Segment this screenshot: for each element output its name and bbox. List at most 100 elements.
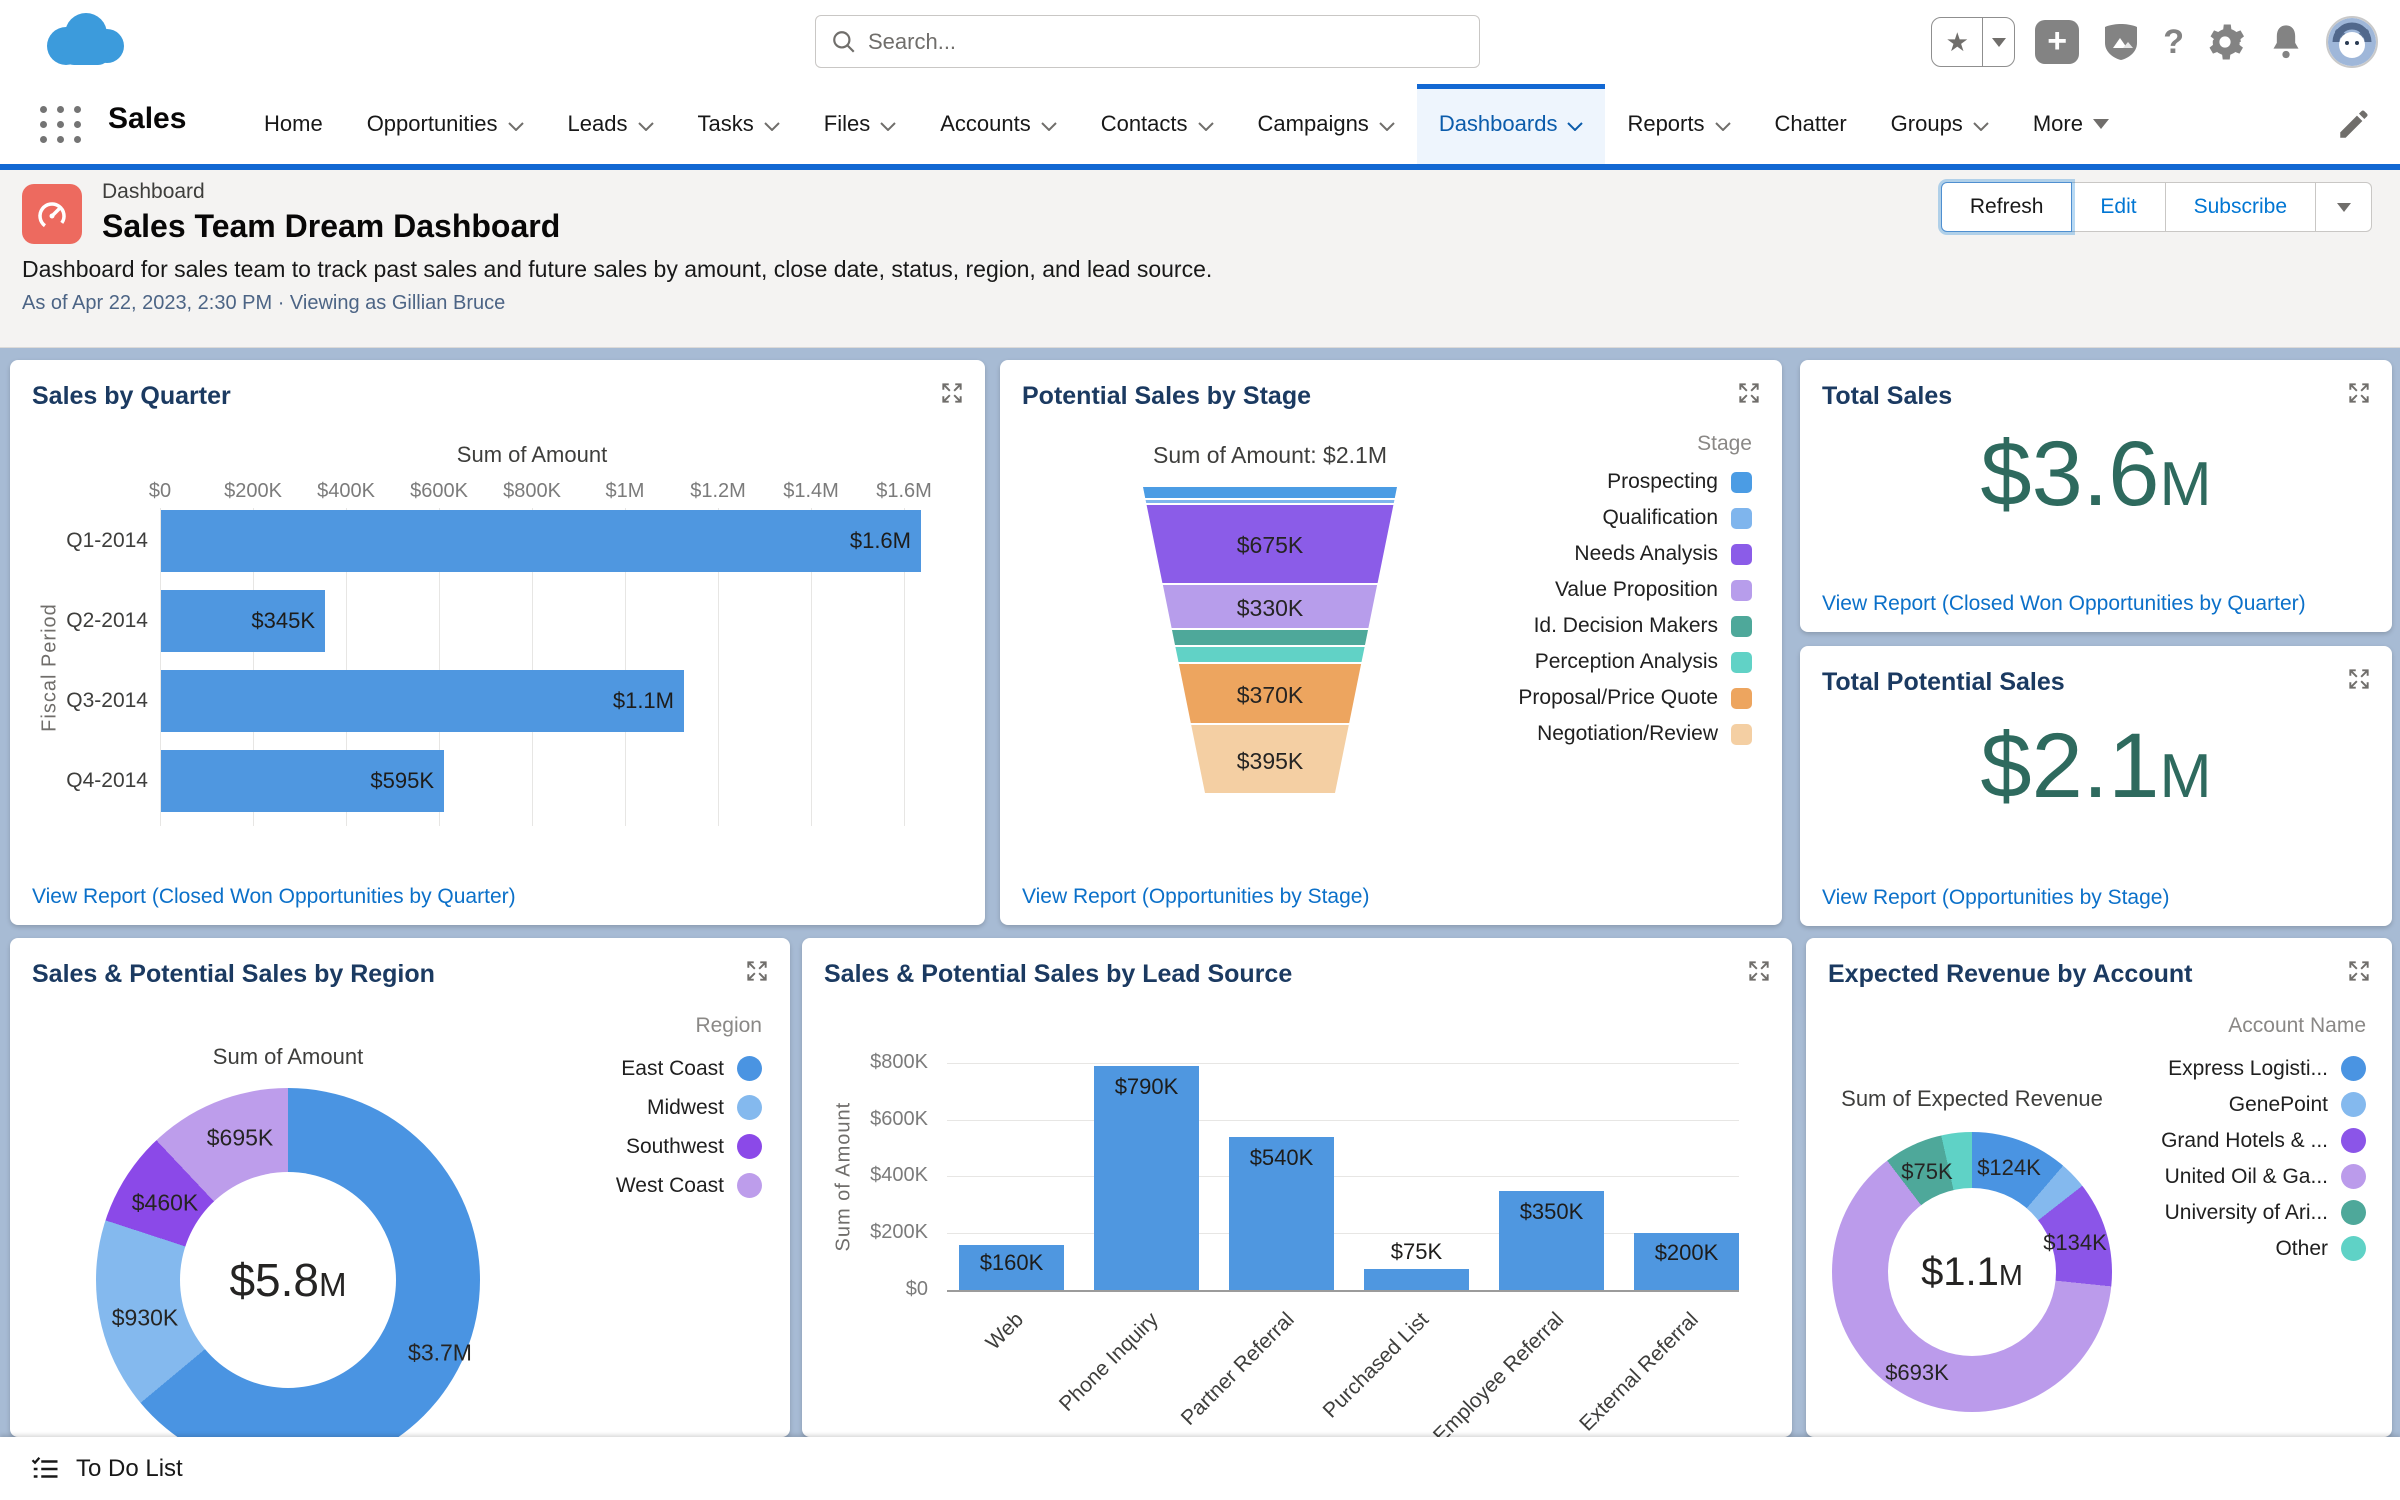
tab-chatter[interactable]: Chatter	[1753, 84, 1869, 164]
segment-value-label: $930K	[111, 1304, 179, 1331]
chevron-down-icon[interactable]	[1379, 121, 1395, 131]
legend-swatch	[737, 1056, 762, 1081]
y-category: Q4-2014	[66, 769, 148, 792]
tab-groups[interactable]: Groups	[1869, 84, 2011, 164]
legend-item: Prospecting	[1607, 470, 1752, 494]
legend-swatch	[1731, 723, 1752, 745]
funnel-segment-qualification[interactable]	[1145, 500, 1395, 503]
tab-leads[interactable]: Leads	[546, 84, 676, 164]
tab-campaigns[interactable]: Campaigns	[1236, 84, 1417, 164]
favorites-caret[interactable]	[1982, 18, 2014, 66]
more-actions-caret-button[interactable]	[2316, 182, 2372, 232]
setup-gear-icon[interactable]	[2204, 21, 2246, 63]
legend-swatch	[1731, 687, 1752, 709]
legend-swatch	[1731, 615, 1752, 637]
legend-swatch	[2341, 1128, 2366, 1153]
more-caret-icon[interactable]	[2092, 119, 2109, 129]
legend-item: Perception Analysis	[1535, 650, 1752, 674]
legend-swatch	[2341, 1164, 2366, 1189]
x-tick: $1M	[605, 480, 645, 502]
refresh-button[interactable]: Refresh	[1940, 182, 2073, 232]
subscribe-button[interactable]: Subscribe	[2165, 182, 2316, 232]
tab-files[interactable]: Files	[802, 84, 918, 164]
chevron-down-icon[interactable]	[1714, 121, 1731, 131]
guidance-trailhead-icon[interactable]	[2099, 20, 2143, 64]
bar-q1-2014[interactable]: $1.6M	[161, 510, 921, 572]
global-actions-plus-icon[interactable]: +	[2035, 20, 2080, 64]
y-category: Q3-2014	[66, 689, 148, 712]
star-icon[interactable]: ★	[1932, 18, 1982, 66]
todo-list-bar[interactable]: To Do List	[0, 1437, 2400, 1500]
expand-icon[interactable]	[2346, 666, 2372, 692]
view-report-link[interactable]: View Report (Closed Won Opportunities by…	[32, 885, 516, 909]
edit-button[interactable]: Edit	[2072, 182, 2166, 232]
legend-label: Needs Analysis	[1574, 542, 1718, 565]
legend-swatch	[1731, 471, 1752, 493]
chevron-down-icon[interactable]	[1973, 121, 1989, 131]
expand-icon[interactable]	[1736, 380, 1762, 406]
app-launcher-icon[interactable]	[40, 106, 84, 146]
view-report-link[interactable]: View Report (Opportunities by Stage)	[1822, 886, 2169, 910]
search-input[interactable]	[815, 15, 1480, 68]
chevron-down-icon[interactable]	[1197, 121, 1214, 131]
expand-icon[interactable]	[1746, 958, 1772, 984]
bar-value-label: $790K	[1114, 1074, 1179, 1099]
y-category: Q1-2014	[66, 529, 148, 552]
tab-more[interactable]: More	[2011, 84, 2131, 164]
bar-q3-2014[interactable]: $1.1M	[161, 670, 684, 732]
help-icon[interactable]: ?	[2163, 23, 2184, 62]
legend-swatch	[2341, 1056, 2366, 1081]
x-category: Partner Referral	[1176, 1308, 1299, 1430]
bar-q2-2014[interactable]: $345K	[161, 590, 325, 652]
chevron-down-icon[interactable]	[1567, 121, 1584, 131]
bar-purchased-list[interactable]	[1364, 1269, 1469, 1290]
segment-value-label: $693K	[1885, 1360, 1949, 1385]
tab-tasks[interactable]: Tasks	[676, 84, 802, 164]
funnel-segment-prospecting[interactable]	[1143, 487, 1397, 498]
user-avatar[interactable]	[2326, 16, 2378, 68]
widget-title: Potential Sales by Stage	[1022, 382, 1311, 410]
x-category: Web	[981, 1308, 1029, 1355]
expand-icon[interactable]	[2346, 958, 2372, 984]
view-report-link[interactable]: View Report (Opportunities by Stage)	[1022, 885, 1369, 909]
chevron-down-icon[interactable]	[880, 121, 896, 131]
legend-item: University of Ari...	[2165, 1200, 2366, 1225]
salesforce-logo	[47, 13, 124, 65]
legend-label: Perception Analysis	[1534, 650, 1718, 673]
legend-swatch	[1731, 651, 1752, 673]
edit-nav-pencil-icon[interactable]	[2336, 108, 2370, 142]
tab-home[interactable]: Home	[242, 84, 345, 164]
legend-swatch	[1731, 579, 1752, 601]
funnel-segment-perception-analysis[interactable]	[1175, 647, 1365, 662]
x-tick: $0	[148, 480, 172, 502]
chevron-down-icon[interactable]	[507, 121, 524, 131]
bar-value-label: $345K	[251, 608, 315, 633]
y-tick: $200K	[870, 1221, 928, 1243]
legend-item: West Coast	[616, 1173, 762, 1198]
legend-label: Negotiation/Review	[1537, 722, 1718, 745]
chevron-down-icon[interactable]	[637, 121, 654, 131]
legend-swatch	[737, 1173, 762, 1198]
bar-q4-2014[interactable]: $595K	[161, 750, 444, 812]
global-search	[815, 15, 1480, 68]
tab-opportunities[interactable]: Opportunities	[345, 84, 546, 164]
dashboard-actions: Refresh Edit Subscribe	[1940, 182, 2372, 232]
view-report-link[interactable]: View Report (Closed Won Opportunities by…	[1822, 592, 2306, 616]
funnel-segment-id-decision-makers[interactable]	[1172, 630, 1368, 645]
chevron-down-icon[interactable]	[1040, 121, 1057, 131]
chart-subtitle: Sum of Expected Revenue	[1841, 1086, 2103, 1111]
tab-accounts[interactable]: Accounts	[918, 84, 1079, 164]
expand-icon[interactable]	[2346, 380, 2372, 406]
tab-contacts[interactable]: Contacts	[1079, 84, 1236, 164]
expand-icon[interactable]	[744, 958, 770, 984]
favorites-button[interactable]: ★	[1931, 17, 2016, 67]
bar-value-label: $1.1M	[612, 688, 674, 713]
card-sales-by-region: Sales & Potential Sales by Region Sum of…	[10, 938, 790, 1437]
legend-title: Stage	[1697, 432, 1752, 455]
tab-dashboards[interactable]: Dashboards	[1416, 84, 1606, 164]
chevron-down-icon[interactable]	[764, 121, 780, 131]
expand-icon[interactable]	[939, 380, 965, 406]
tab-reports[interactable]: Reports	[1605, 84, 1752, 164]
notifications-bell-icon[interactable]	[2266, 22, 2306, 62]
x-tick: $1.4M	[783, 480, 839, 502]
